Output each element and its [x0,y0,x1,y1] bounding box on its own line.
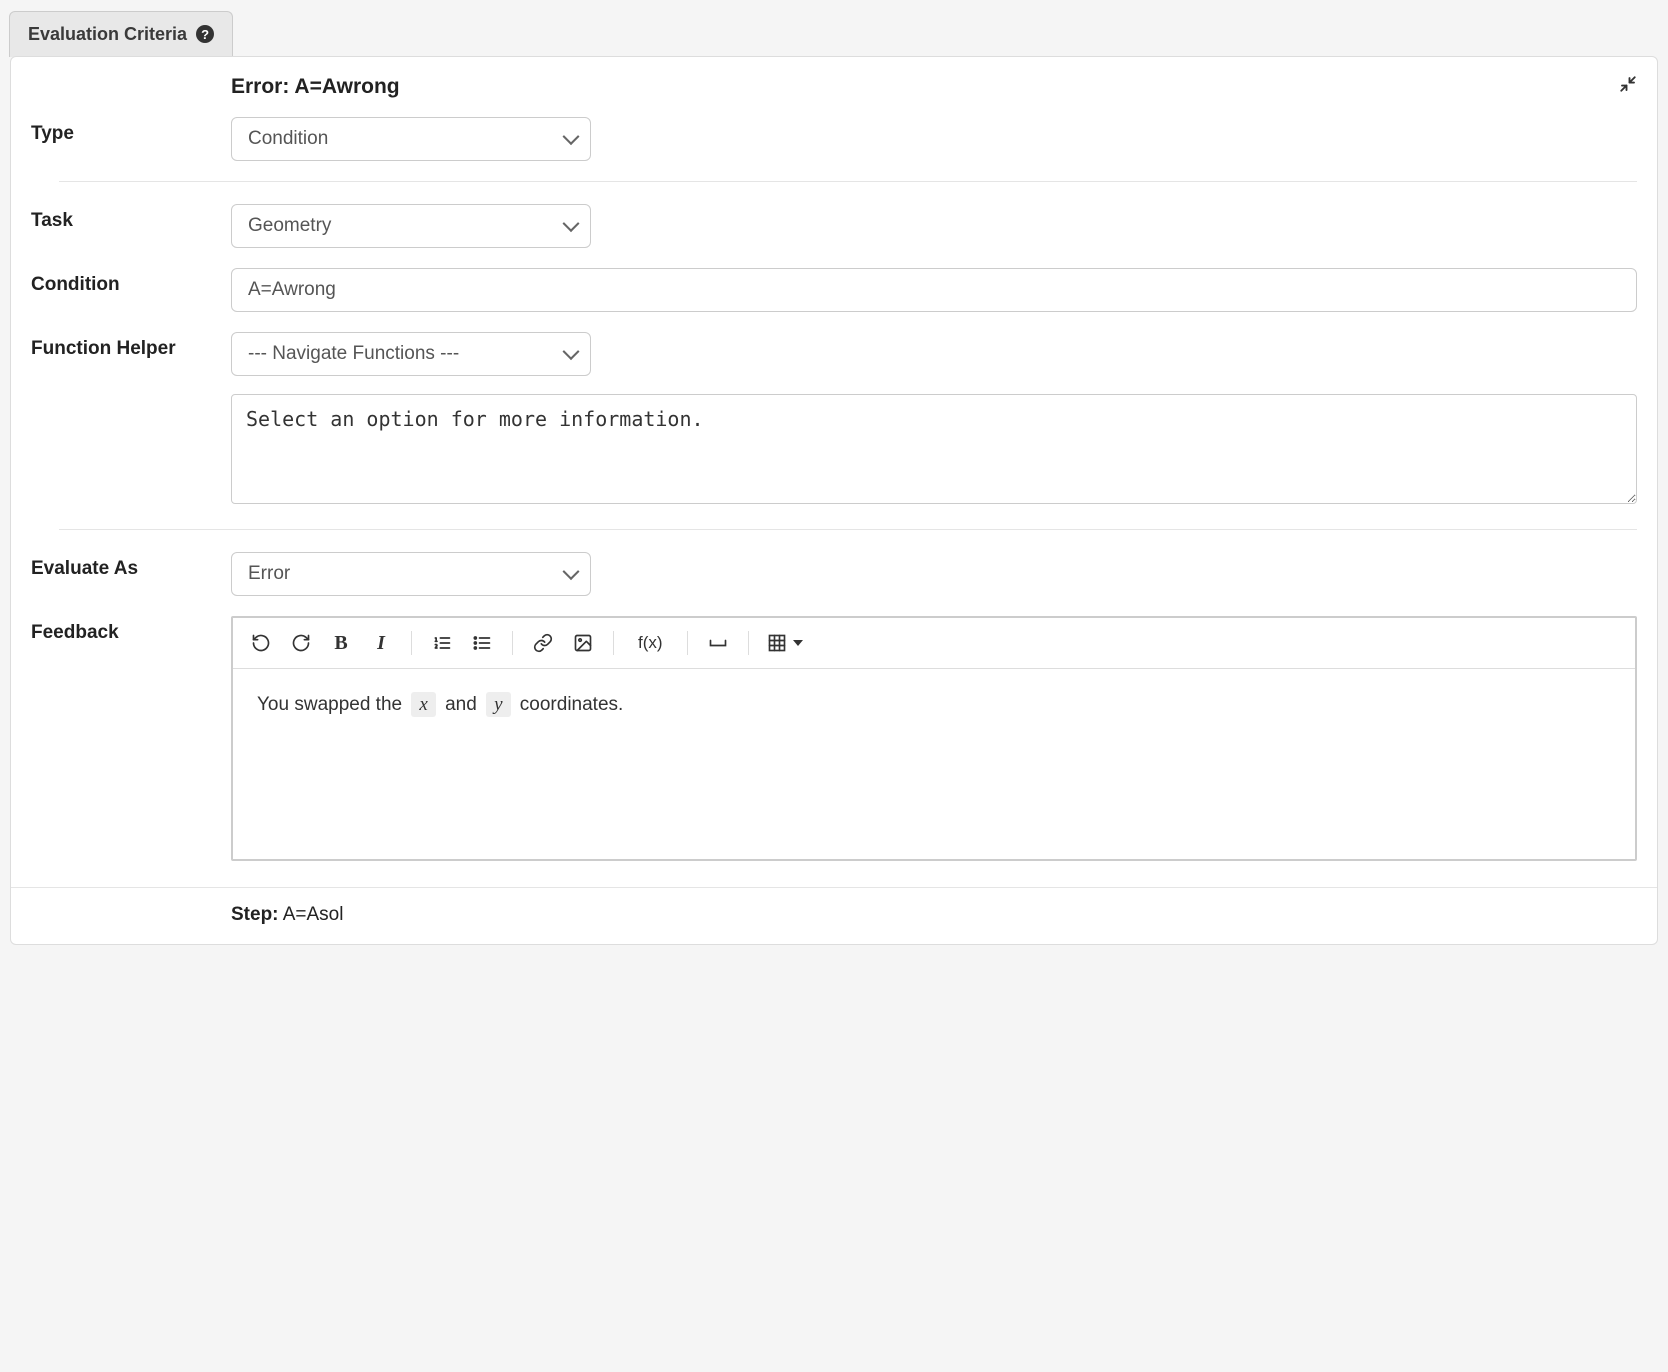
condition-label: Condition [31,268,231,296]
type-select[interactable]: Condition [231,117,591,161]
evaluate-as-label: Evaluate As [31,552,231,580]
toolbar-separator [613,631,614,655]
function-helper-label: Function Helper [31,332,231,360]
feedback-label: Feedback [31,616,231,644]
task-label: Task [31,204,231,232]
italic-button[interactable]: I [363,626,399,660]
task-select[interactable]: Geometry [231,204,591,248]
function-helper-info[interactable]: Select an option for more information. [231,394,1637,504]
panel-evaluation-criteria: Error: A=Awrong Type Condition Task [10,56,1658,945]
link-icon[interactable] [525,626,561,660]
unordered-list-icon[interactable] [464,626,500,660]
section-title: Error: A=Awrong [231,75,1619,99]
ordered-list-icon[interactable] [424,626,460,660]
help-icon[interactable]: ? [196,25,214,43]
space-icon[interactable] [700,626,736,660]
math-variable-y: y [486,692,510,717]
type-label: Type [31,117,231,145]
math-variable-x: x [411,692,435,717]
collapse-icon[interactable] [1619,75,1637,93]
redo-icon[interactable] [283,626,319,660]
feedback-text: and [445,694,477,715]
feedback-text: You swapped the [257,694,402,715]
function-helper-select[interactable]: --- Navigate Functions --- [231,332,591,376]
tab-label: Evaluation Criteria [28,24,187,44]
evaluate-as-select[interactable]: Error [231,552,591,596]
image-icon[interactable] [565,626,601,660]
divider [59,529,1637,530]
divider [59,181,1637,182]
condition-input[interactable] [231,268,1637,312]
toolbar-separator [748,631,749,655]
table-button[interactable] [761,626,809,660]
step-value: A=Asol [283,904,344,925]
toolbar-separator [512,631,513,655]
feedback-editor: B I [231,616,1637,861]
footer: Step: A=Asol [11,887,1657,944]
chevron-down-icon [793,640,803,646]
bold-button[interactable]: B [323,626,359,660]
feedback-content[interactable]: You swapped the x and y coordinates. [233,669,1635,859]
toolbar-separator [411,631,412,655]
feedback-text: coordinates. [520,694,624,715]
editor-toolbar: B I [233,618,1635,669]
function-button[interactable]: f(x) [626,626,675,660]
step-label: Step: [231,904,279,925]
step-row: Step: A=Asol [231,904,343,926]
tab-evaluation-criteria[interactable]: Evaluation Criteria ? [9,11,233,57]
undo-icon[interactable] [243,626,279,660]
toolbar-separator [687,631,688,655]
